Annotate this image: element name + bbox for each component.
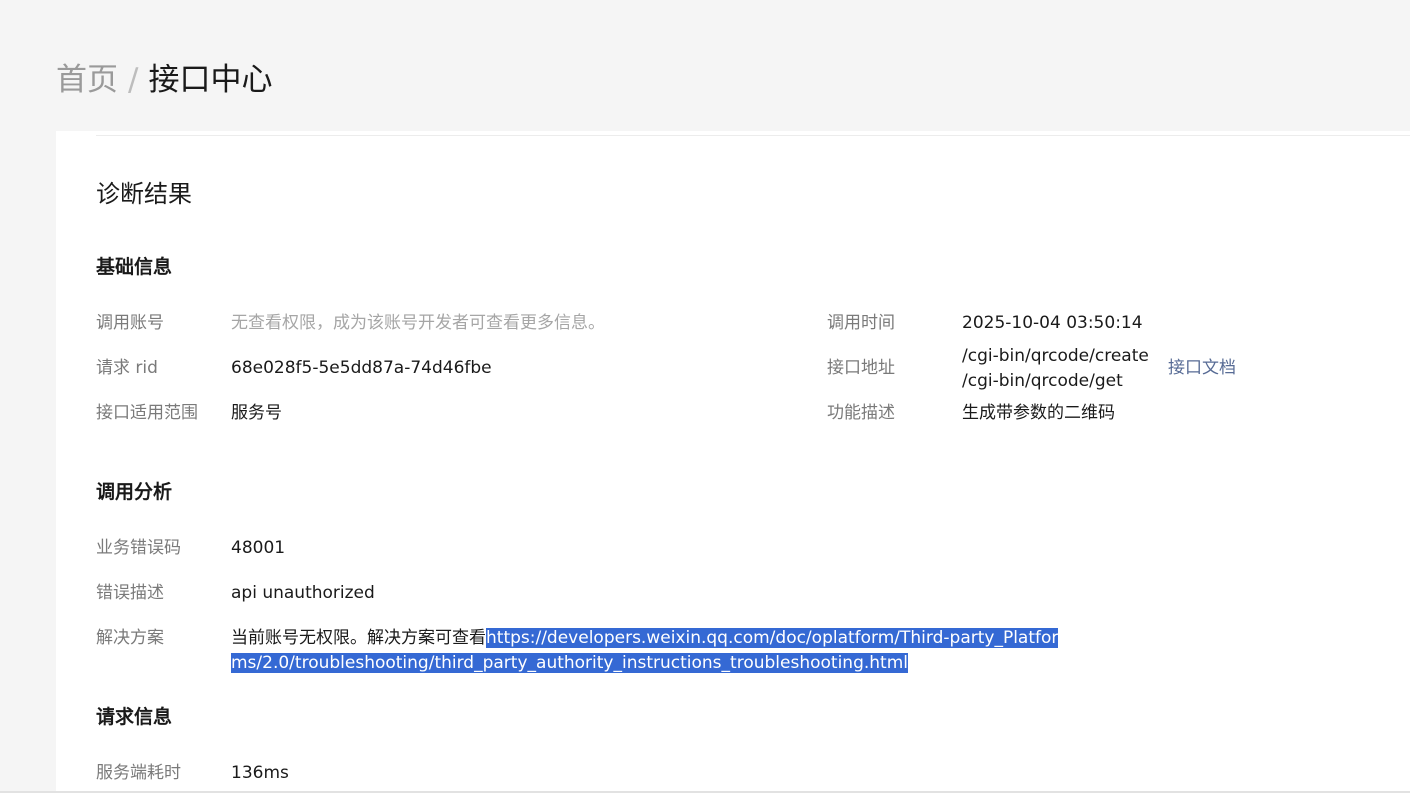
- solution-label: 解决方案: [96, 628, 164, 648]
- scope-label: 接口适用范围: [96, 403, 198, 423]
- section-request-info-title: 请求信息: [96, 706, 173, 728]
- diagnosis-card: 诊断结果 基础信息 调用账号 无查看权限，成为该账号开发者可查看更多信息。 调用…: [56, 131, 1410, 793]
- breadcrumb-home-link[interactable]: 首页: [56, 62, 118, 98]
- function-label: 功能描述: [827, 403, 895, 423]
- api-address-get: /cgi-bin/qrcode/get: [962, 371, 1123, 391]
- solution-value: 当前账号无权限。解决方案可查看https://developers.weixin…: [231, 626, 1071, 676]
- breadcrumb: 首页 / 接口中心: [56, 58, 272, 102]
- call-time-label: 调用时间: [827, 313, 895, 333]
- api-doc-link[interactable]: 接口文档: [1168, 356, 1236, 380]
- card-divider: [96, 135, 1410, 136]
- api-address-create: /cgi-bin/qrcode/create: [962, 346, 1149, 366]
- breadcrumb-current: 接口中心: [148, 62, 273, 98]
- server-time-label: 服务端耗时: [96, 763, 181, 783]
- error-code-value: 48001: [231, 538, 286, 558]
- solution-text: 当前账号无权限。解决方案可查看: [231, 628, 486, 648]
- caller-account-label: 调用账号: [96, 313, 164, 333]
- request-rid-label: 请求 rid: [96, 358, 158, 378]
- server-time-value: 136ms: [231, 763, 289, 783]
- error-desc-value: api unauthorized: [231, 583, 375, 603]
- section-call-analysis-title: 调用分析: [96, 481, 173, 503]
- call-time-value: 2025-10-04 03:50:14: [962, 313, 1143, 333]
- request-rid-value: 68e028f5-5e5dd87a-74d46fbe: [231, 358, 492, 378]
- card-title: 诊断结果: [96, 180, 192, 208]
- error-desc-label: 错误描述: [96, 583, 164, 603]
- section-basic-info-title: 基础信息: [96, 256, 173, 278]
- scope-value: 服务号: [231, 403, 282, 423]
- error-code-label: 业务错误码: [96, 538, 181, 558]
- caller-account-value: 无查看权限，成为该账号开发者可查看更多信息。: [231, 313, 605, 333]
- api-address-label: 接口地址: [827, 358, 895, 378]
- function-value: 生成带参数的二维码: [962, 403, 1115, 423]
- breadcrumb-separator: /: [128, 62, 139, 98]
